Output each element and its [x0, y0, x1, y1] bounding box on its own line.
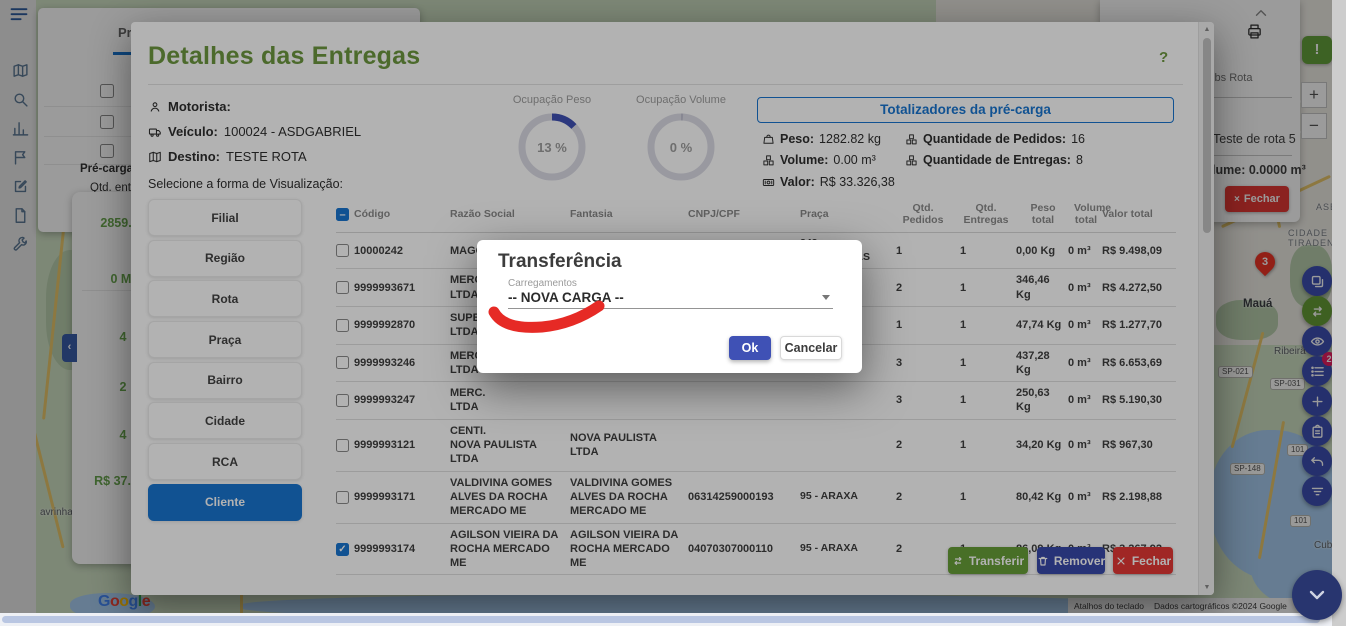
select-caret-icon[interactable] [822, 295, 830, 300]
red-annotation-scribble [485, 298, 615, 340]
ok-button[interactable]: Ok [729, 336, 771, 360]
cancel-button[interactable]: Cancelar [780, 336, 842, 360]
expand-fab[interactable] [1292, 570, 1342, 620]
horizontal-scrollbar[interactable] [0, 613, 1332, 626]
dialog-title: Transferência [498, 251, 622, 273]
carregamentos-label: Carregamentos [508, 278, 577, 289]
screen: 3 CIDADE TIRADENTMauáRibeirãASESCubatãav… [0, 0, 1346, 626]
hscroll-thumb[interactable] [2, 616, 1320, 623]
vertical-scrollbar[interactable] [1332, 0, 1346, 626]
